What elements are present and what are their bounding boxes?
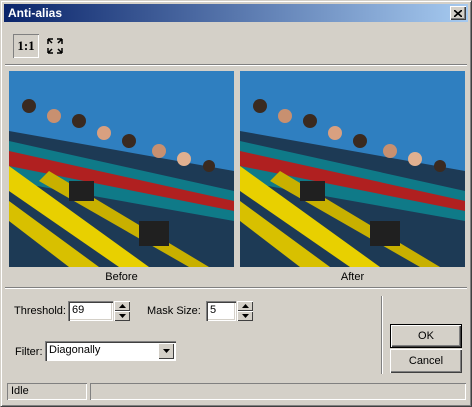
fit-to-window-icon [47,38,63,54]
filter-value: Diagonally [49,344,101,356]
mask-size-down-button[interactable] [237,311,253,321]
arrow-down-icon [118,314,126,318]
status-text: Idle [7,383,87,400]
after-preview[interactable] [240,71,465,267]
threshold-spinner[interactable] [114,301,130,321]
mask-size-label: Mask Size: [147,305,201,317]
threshold-input[interactable]: 69 [68,301,113,321]
filter-dropdown-button[interactable] [158,343,174,359]
threshold-label: Threshold: [14,305,66,317]
before-preview[interactable] [9,71,234,267]
status-secondary-panel [90,383,466,400]
button-separator [381,296,383,374]
filter-label: Filter: [15,346,43,358]
after-image [240,71,465,267]
close-icon [454,9,462,17]
preview-separator [5,287,467,289]
mask-size-input[interactable]: 5 [206,301,236,321]
arrow-up-icon [241,304,249,308]
toolbar-separator [5,64,467,66]
fit-to-window-button[interactable] [43,34,67,58]
dialog-window: Anti-alias 1:1 Before After Threshold: 6… [0,0,472,407]
arrow-up-icon [118,304,126,308]
mask-size-up-button[interactable] [237,301,253,311]
threshold-down-button[interactable] [114,311,130,321]
actual-size-button[interactable]: 1:1 [13,34,39,58]
actual-size-label: 1:1 [17,38,35,53]
ok-button[interactable]: OK [390,324,462,348]
chevron-down-icon [162,349,170,353]
before-caption: Before [105,271,138,283]
before-image [9,71,234,267]
arrow-down-icon [241,314,249,318]
window-title: Anti-alias [8,6,63,20]
cancel-button[interactable]: Cancel [390,349,462,373]
filter-select[interactable]: Diagonally [45,341,176,361]
after-caption: After [340,271,365,283]
close-button[interactable] [450,6,466,20]
title-bar[interactable]: Anti-alias [4,4,468,22]
threshold-up-button[interactable] [114,301,130,311]
mask-size-spinner[interactable] [237,301,253,321]
